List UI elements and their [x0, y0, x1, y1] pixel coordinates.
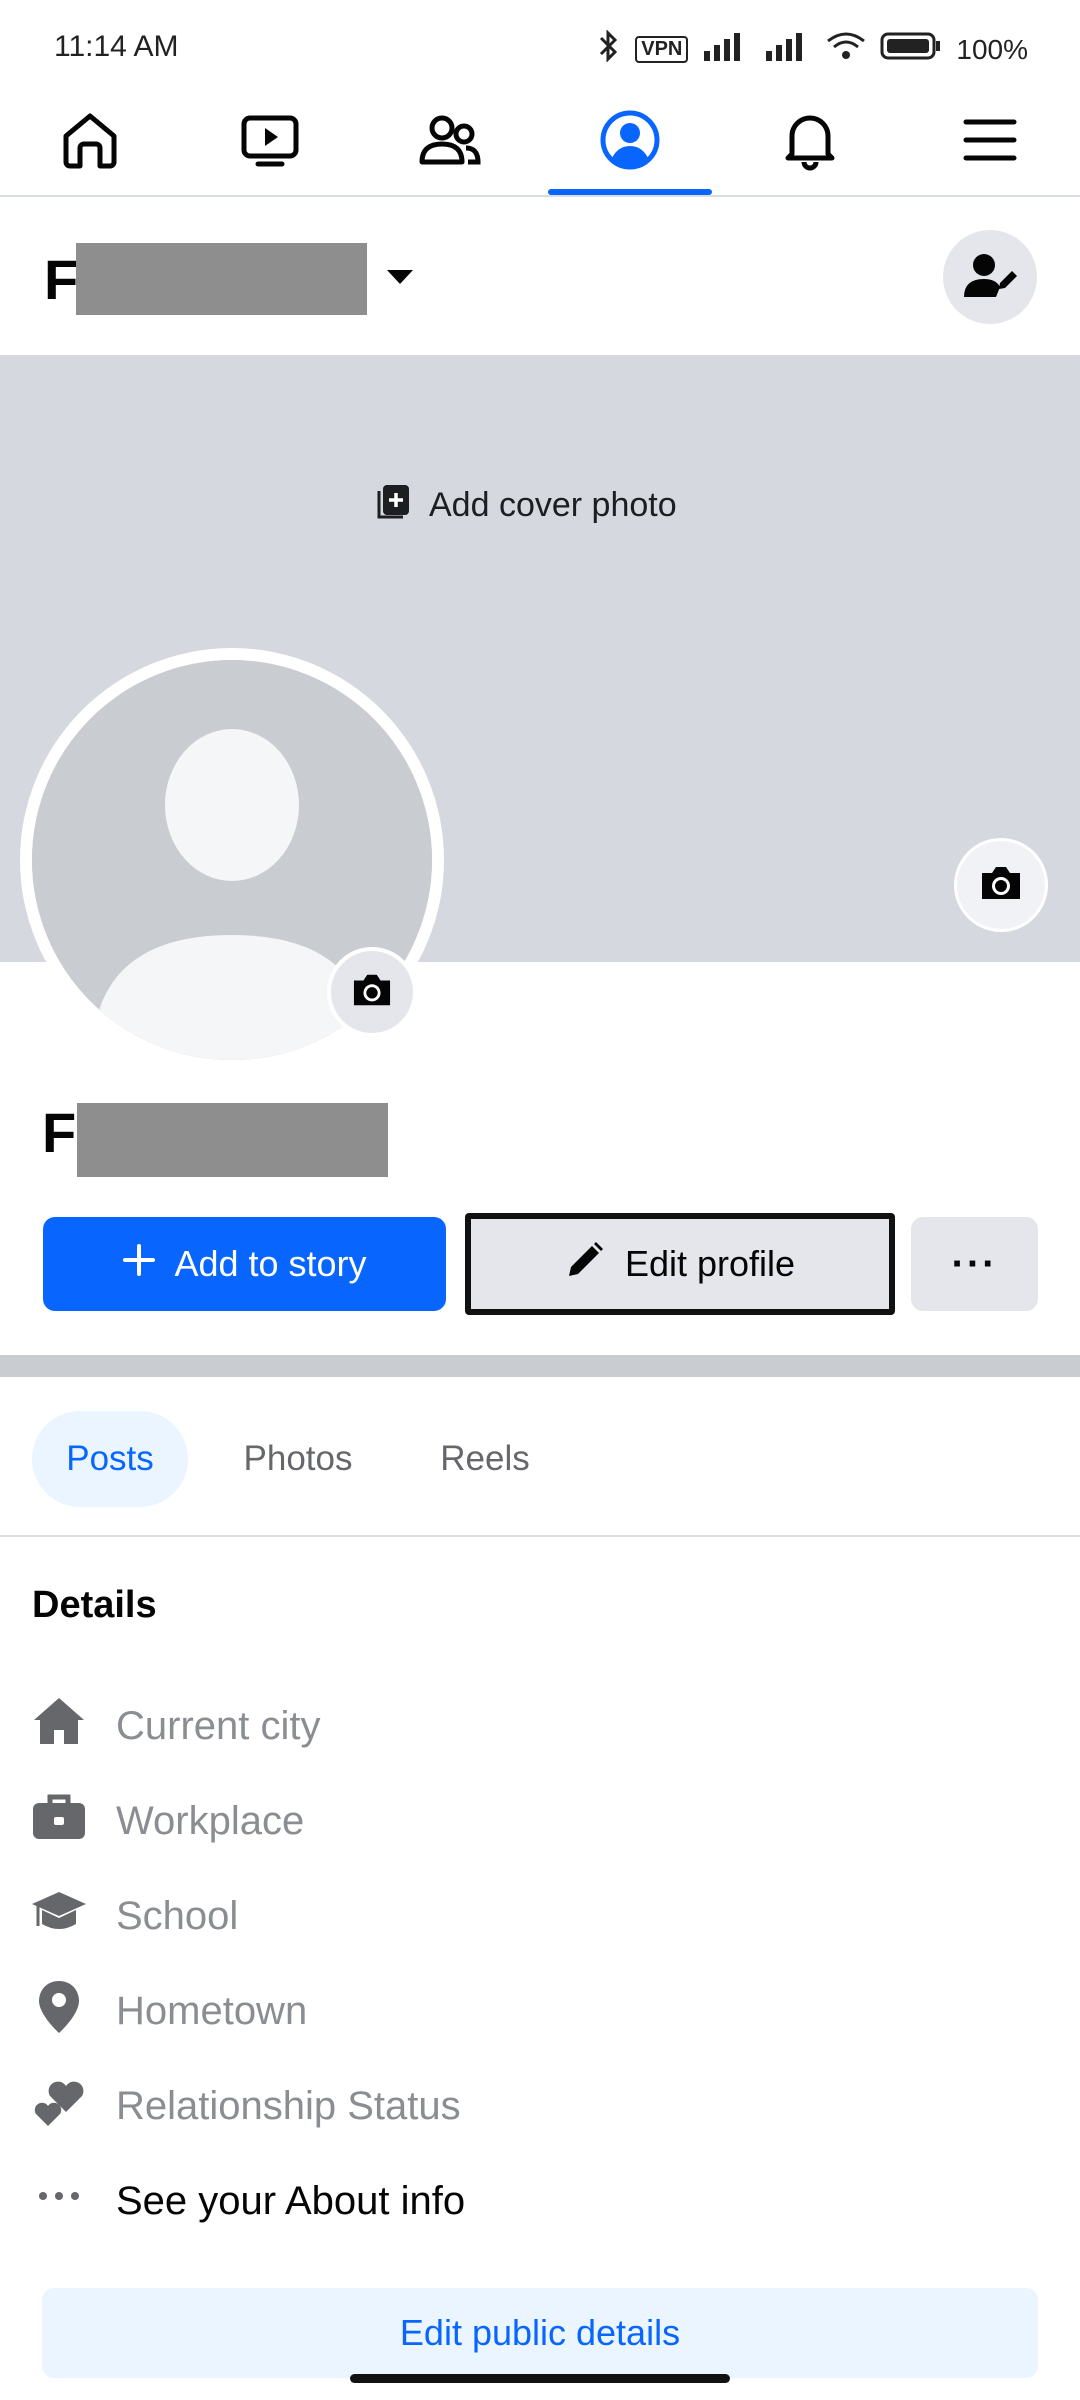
detail-workplace[interactable]: Workplace [30, 1781, 304, 1861]
more-dots-icon [30, 2167, 88, 2235]
nav-notifications-tab[interactable] [720, 90, 900, 195]
add-photo-icon [375, 483, 411, 528]
profile-settings-button[interactable] [943, 230, 1037, 324]
briefcase-icon [30, 1787, 88, 1855]
video-icon [238, 108, 302, 177]
nav-profile-tab[interactable] [540, 90, 720, 195]
profile-header-row: F [0, 197, 1080, 355]
camera-icon [978, 863, 1024, 908]
see-about-info-link[interactable]: See your About info [30, 2161, 465, 2241]
edit-public-details-label: Edit public details [399, 2312, 681, 2353]
battery-percent: 100% [956, 33, 1028, 65]
profile-name: F [42, 1101, 77, 1164]
hearts-icon [30, 2072, 88, 2140]
tab-photos[interactable]: Photos [218, 1411, 378, 1507]
detail-label: School [116, 1893, 239, 1938]
edit-profile-button[interactable]: Edit profile [465, 1213, 895, 1315]
signal-icon-2 [764, 31, 812, 68]
add-to-story-label: Add to story [174, 1243, 367, 1284]
tab-reels[interactable]: Reels [425, 1411, 545, 1507]
plus-icon [122, 1243, 156, 1286]
profile-tabs: Posts Photos Reels [0, 1377, 1080, 1537]
menu-icon [958, 108, 1022, 177]
detail-current-city[interactable]: Current city [30, 1686, 321, 1766]
detail-label: Hometown [116, 1988, 308, 2033]
header-profile-name[interactable]: F [44, 247, 78, 312]
details-heading: Details [32, 1584, 157, 1626]
detail-label: Current city [116, 1703, 321, 1748]
add-cover-photo-label: Add cover photo [429, 486, 677, 524]
bluetooth-icon [595, 29, 621, 69]
location-pin-icon [30, 1977, 88, 2045]
more-options-button[interactable]: ··· [911, 1217, 1038, 1311]
section-divider [0, 1355, 1080, 1377]
redacted-name [76, 243, 367, 315]
nav-friends-tab[interactable] [360, 90, 540, 195]
graduation-cap-icon [30, 1882, 88, 1950]
detail-label: Relationship Status [116, 2083, 461, 2128]
user-edit-icon [962, 247, 1018, 308]
status-time: 11:14 AM [54, 30, 179, 63]
pencil-icon [565, 1240, 605, 1289]
friends-icon [418, 108, 482, 177]
detail-hometown[interactable]: Hometown [30, 1971, 307, 2051]
more-dots-icon: ··· [951, 1241, 998, 1286]
camera-icon [350, 971, 394, 1014]
detail-school[interactable]: School [30, 1876, 238, 1956]
avatar-camera-button[interactable] [327, 947, 417, 1037]
chevron-down-icon[interactable] [385, 267, 415, 292]
detail-label: Workplace [116, 1798, 305, 1843]
nav-video-tab[interactable] [180, 90, 360, 195]
cover-camera-button[interactable] [954, 838, 1048, 932]
vpn-badge: VPN [635, 36, 689, 63]
bell-icon [778, 108, 842, 177]
top-nav [0, 90, 1080, 197]
edit-public-details-button[interactable]: Edit public details [42, 2288, 1038, 2378]
detail-relationship-status[interactable]: Relationship Status [30, 2066, 461, 2146]
signal-icon [702, 31, 750, 68]
redacted-profile-name [77, 1103, 388, 1177]
edit-profile-label: Edit profile [624, 1243, 796, 1284]
home-indicator[interactable] [350, 2374, 730, 2383]
wifi-icon [826, 31, 866, 68]
tab-posts[interactable]: Posts [32, 1411, 188, 1507]
status-bar: 11:14 AM VPN 100% [0, 0, 1080, 90]
detail-label: See your About info [116, 2178, 466, 2223]
nav-menu-tab[interactable] [900, 90, 1080, 195]
battery-icon [880, 31, 942, 68]
add-cover-photo-button[interactable]: Add cover photo [375, 483, 677, 528]
profile-icon [598, 108, 662, 177]
add-to-story-button[interactable]: Add to story [43, 1217, 446, 1311]
status-icons: VPN 100% [595, 29, 1028, 69]
nav-home-tab[interactable] [0, 90, 180, 195]
home-icon [58, 108, 122, 177]
house-icon [30, 1692, 88, 1760]
active-tab-indicator [548, 189, 712, 195]
